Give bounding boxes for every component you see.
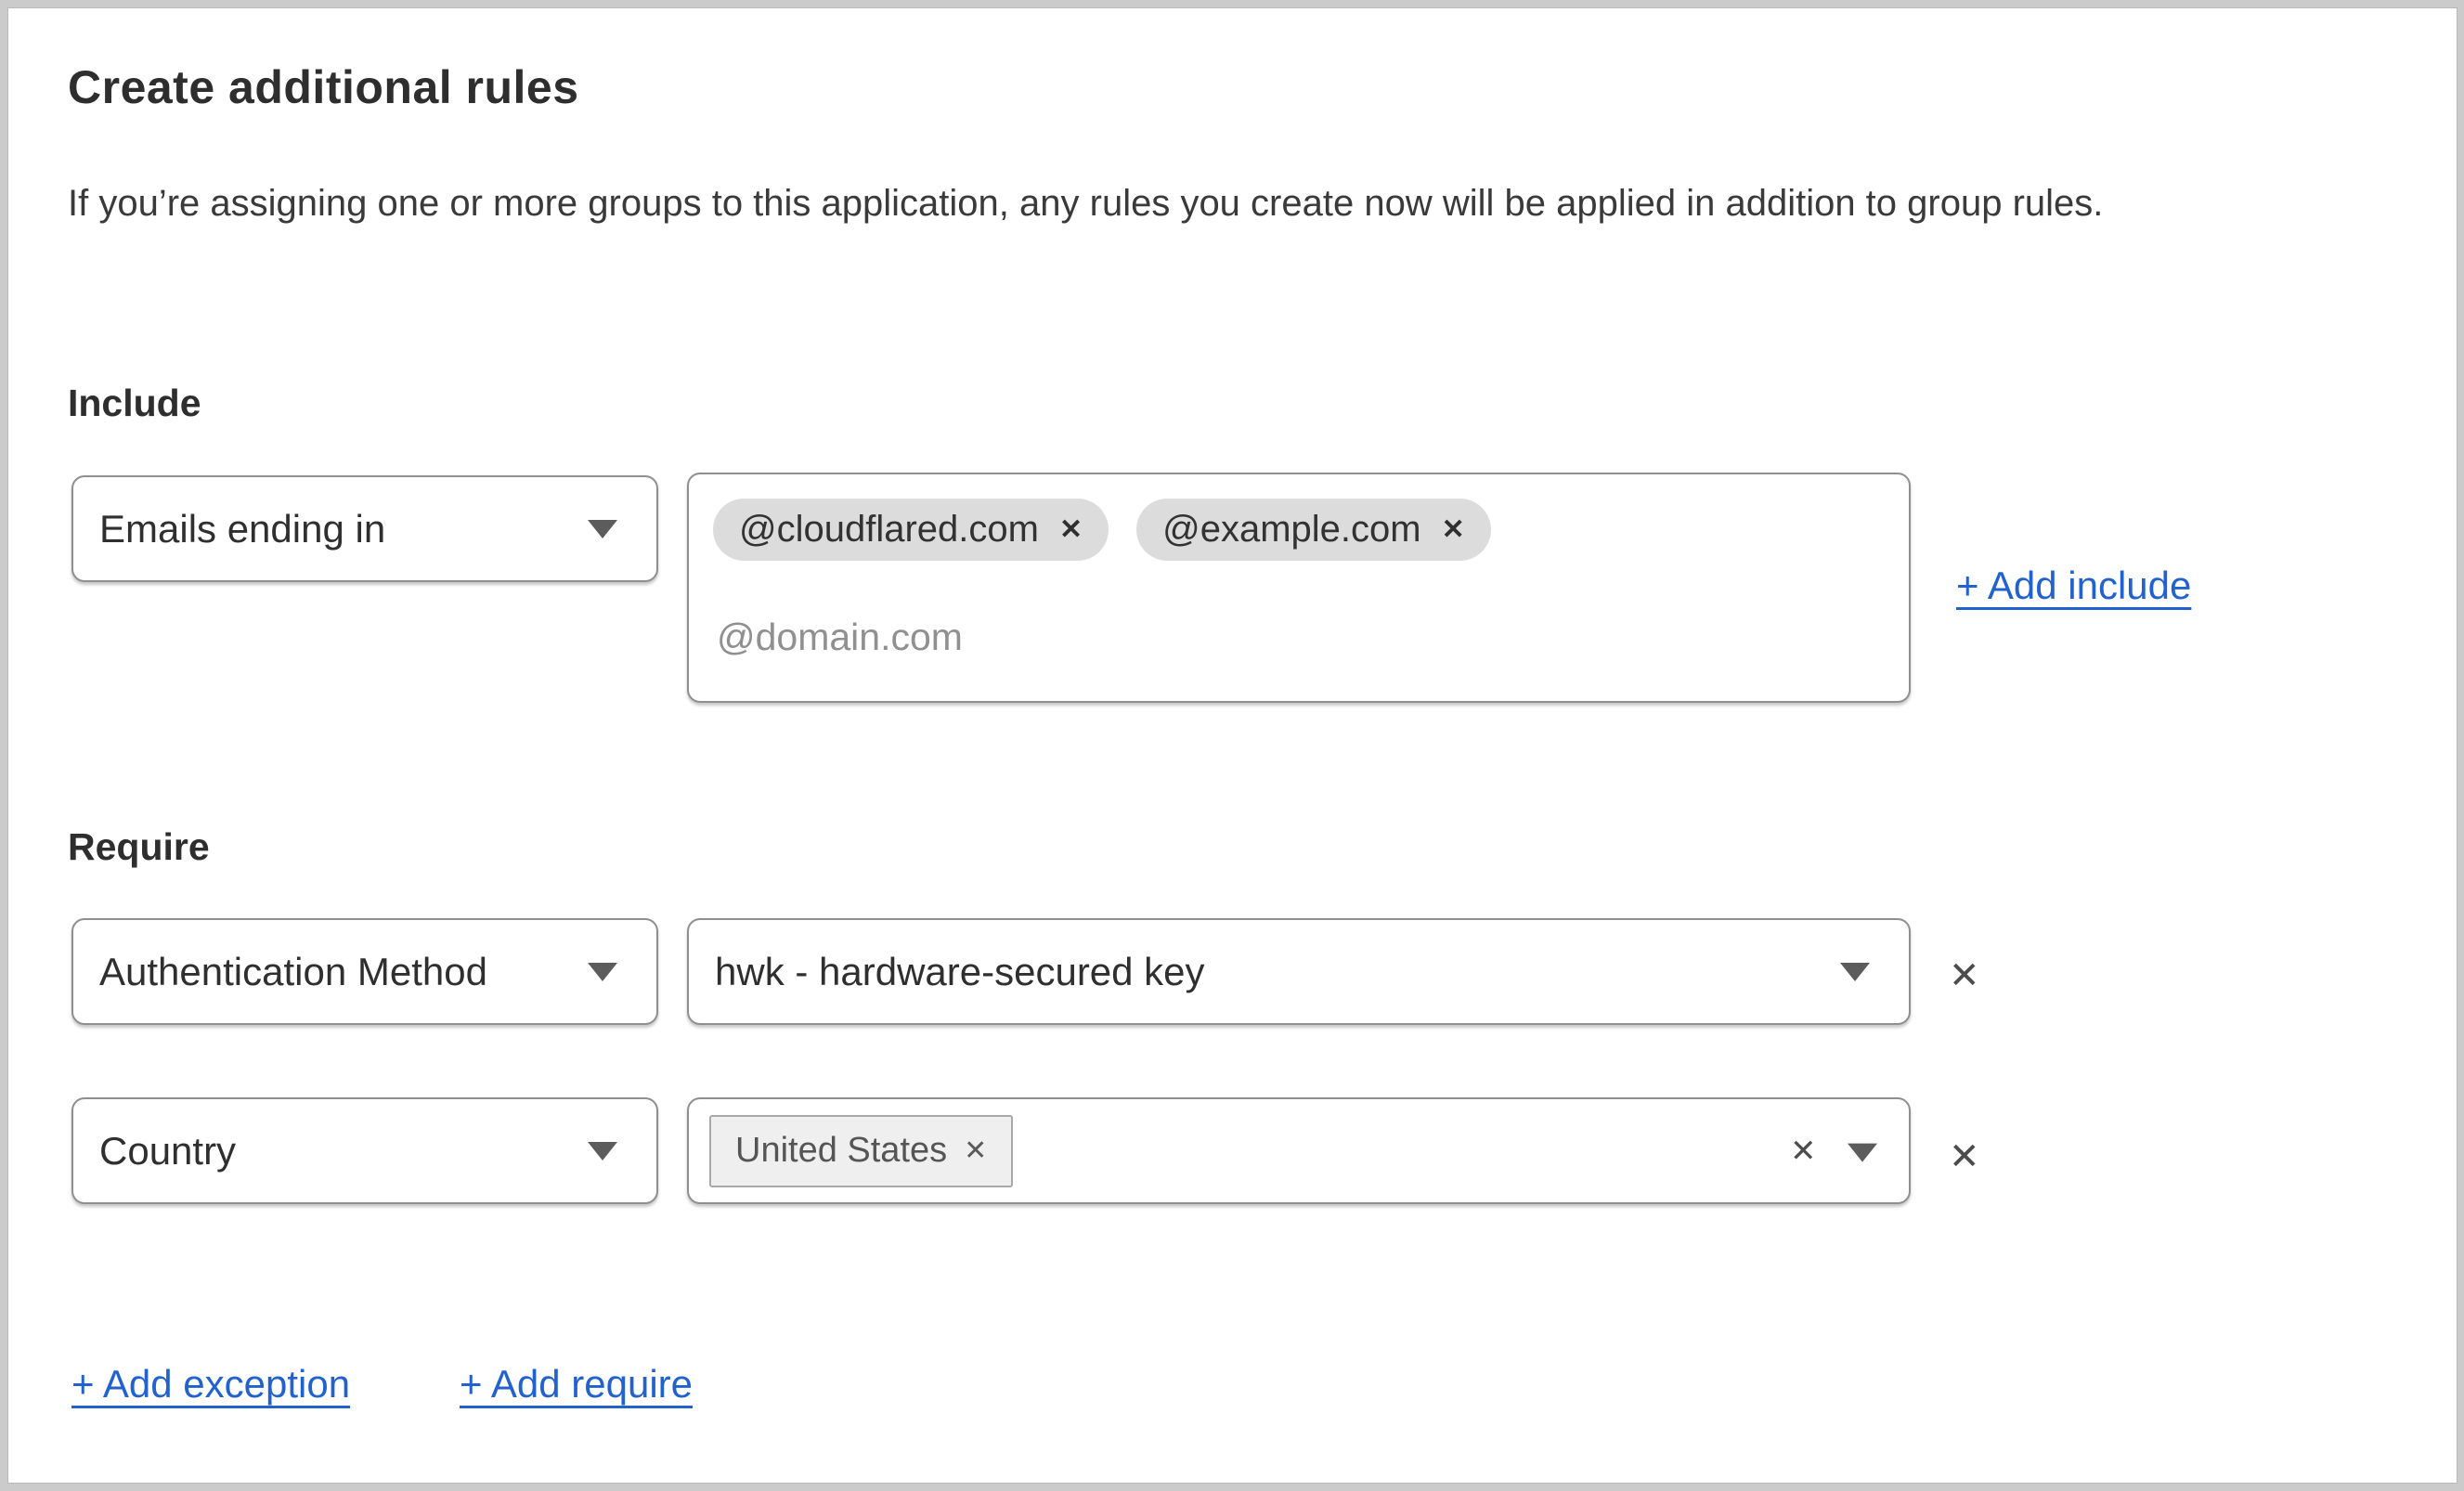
require-rule-field-dropdown[interactable]: Authentication Method [71, 918, 658, 1025]
add-exception-link[interactable]: + Add exception [71, 1362, 350, 1407]
include-emails-token-field[interactable]: @cloudflared.com ✕ @example.com ✕ [687, 473, 1911, 703]
page-title: Create additional rules [68, 61, 579, 113]
country-multiselect[interactable]: United States ✕ ✕ [687, 1097, 1911, 1204]
add-include-link[interactable]: + Add include [1956, 564, 2191, 608]
email-tag: @example.com ✕ [1136, 499, 1491, 561]
email-tag-list: @cloudflared.com ✕ @example.com ✕ [713, 499, 1491, 561]
chevron-down-icon [588, 1141, 617, 1160]
clear-selection-icon[interactable]: ✕ [1790, 1135, 1817, 1167]
include-section-label: Include [68, 382, 201, 424]
chevron-down-icon [588, 962, 617, 981]
remove-tag-icon[interactable]: ✕ [964, 1136, 987, 1165]
email-domain-input[interactable] [717, 616, 1552, 659]
chevron-down-icon [588, 519, 617, 538]
require-rule-field-value: Country [99, 1128, 237, 1173]
country-tag-label: United States [735, 1131, 948, 1170]
email-tag-label: @cloudflared.com [739, 509, 1039, 550]
include-selector-dropdown[interactable]: Emails ending in [71, 475, 658, 582]
add-require-link[interactable]: + Add require [460, 1362, 693, 1407]
auth-method-value-dropdown[interactable]: hwk - hardware-secured key [687, 918, 1911, 1025]
remove-rule-icon[interactable]: ✕ [1949, 957, 1980, 994]
remove-tag-icon[interactable]: ✕ [1442, 515, 1465, 544]
auth-method-value: hwk - hardware-secured key [715, 949, 1205, 993]
require-rule-field-dropdown[interactable]: Country [71, 1097, 658, 1204]
email-tag: @cloudflared.com ✕ [713, 499, 1109, 561]
require-section-label: Require [68, 825, 210, 868]
remove-rule-icon[interactable]: ✕ [1949, 1138, 1980, 1175]
content-panel: Create additional rules If you’re assign… [7, 7, 2458, 1484]
chevron-down-icon [1840, 962, 1870, 981]
include-selector-value: Emails ending in [99, 506, 386, 551]
require-rule-field-value: Authentication Method [99, 949, 487, 993]
country-tag: United States ✕ [709, 1114, 1014, 1187]
remove-tag-icon[interactable]: ✕ [1059, 515, 1083, 544]
page-description: If you’re assigning one or more groups t… [68, 183, 2104, 224]
chevron-down-icon [1848, 1143, 1877, 1162]
email-tag-label: @example.com [1162, 509, 1421, 550]
